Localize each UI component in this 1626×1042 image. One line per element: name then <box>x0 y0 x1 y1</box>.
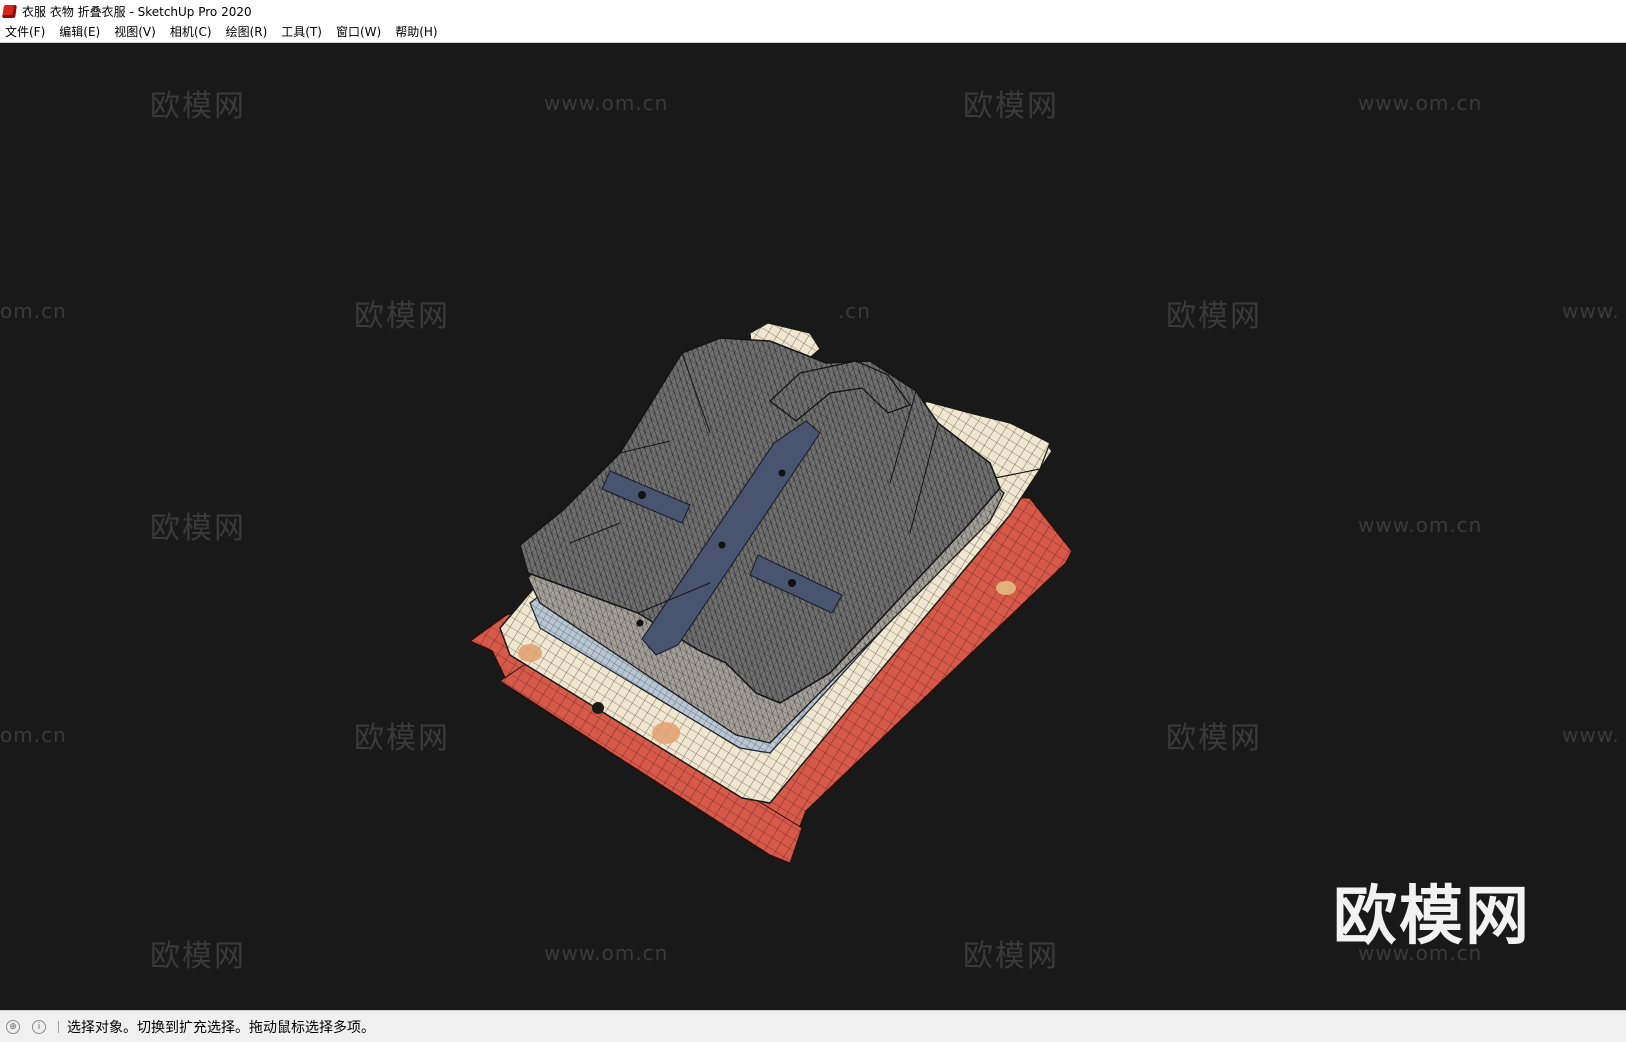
sketchup-window: 衣服 衣物 折叠衣服 - SketchUp Pro 2020 文件(F) 编辑(… <box>0 0 1626 1042</box>
info-icon[interactable]: i <box>32 1019 46 1034</box>
watermark-url-partial: www. <box>1562 299 1620 323</box>
status-bar: ⊕ i 选择对象。切换到扩充选择。拖动鼠标选择多项。 <box>0 1010 1626 1042</box>
watermark-url: www.om.cn <box>1358 91 1483 115</box>
watermark-text: 欧模网 <box>354 299 450 334</box>
menu-edit[interactable]: 编辑(E) <box>52 23 107 42</box>
watermark-text: 欧模网 <box>150 939 246 974</box>
geo-location-icon[interactable]: ⊕ <box>6 1019 20 1034</box>
watermark-url: www.om.cn <box>544 91 669 115</box>
sketchup-logo-icon[interactable] <box>2 4 17 18</box>
watermark-text: 欧模网 <box>1166 721 1262 756</box>
status-message: 选择对象。切换到扩充选择。拖动鼠标选择多项。 <box>67 1019 375 1036</box>
watermark-text: 欧模网 <box>1166 299 1262 334</box>
watermark-text: 欧模网 <box>150 89 246 124</box>
menu-bar: 文件(F) 编辑(E) 视图(V) 相机(C) 绘图(R) 工具(T) 窗口(W… <box>0 22 1626 43</box>
watermark-text: 欧模网 <box>963 89 1059 124</box>
watermark-url: www.om.cn <box>1358 513 1483 537</box>
watermark-text: 欧模网 <box>150 511 246 546</box>
title-bar: 衣服 衣物 折叠衣服 - SketchUp Pro 2020 <box>0 0 1626 22</box>
watermark-text: 欧模网 <box>963 939 1059 974</box>
watermark-url-partial: www. <box>1562 723 1620 747</box>
watermark-url-partial: om.cn <box>0 723 67 747</box>
menu-draw[interactable]: 绘图(R) <box>219 23 275 42</box>
watermark-text: 欧模网 <box>354 721 450 756</box>
folded-clothes-model[interactable] <box>470 283 1120 903</box>
brand-watermark: 欧模网 <box>1333 880 1531 954</box>
status-separator <box>58 1020 59 1033</box>
window-title: 衣服 衣物 折叠衣服 - SketchUp Pro 2020 <box>22 4 252 19</box>
menu-tools[interactable]: 工具(T) <box>274 23 329 42</box>
watermark-url: www.om.cn <box>544 941 669 965</box>
menu-window[interactable]: 窗口(W) <box>329 23 388 42</box>
menu-view[interactable]: 视图(V) <box>107 23 163 42</box>
menu-camera[interactable]: 相机(C) <box>163 23 219 42</box>
menu-help[interactable]: 帮助(H) <box>388 23 444 42</box>
watermark-url-partial: om.cn <box>0 299 67 323</box>
menu-file[interactable]: 文件(F) <box>0 23 52 42</box>
model-viewport[interactable]: 欧模网 www.om.cn 欧模网 www.om.cn om.cn 欧模网 .c… <box>0 43 1626 1010</box>
